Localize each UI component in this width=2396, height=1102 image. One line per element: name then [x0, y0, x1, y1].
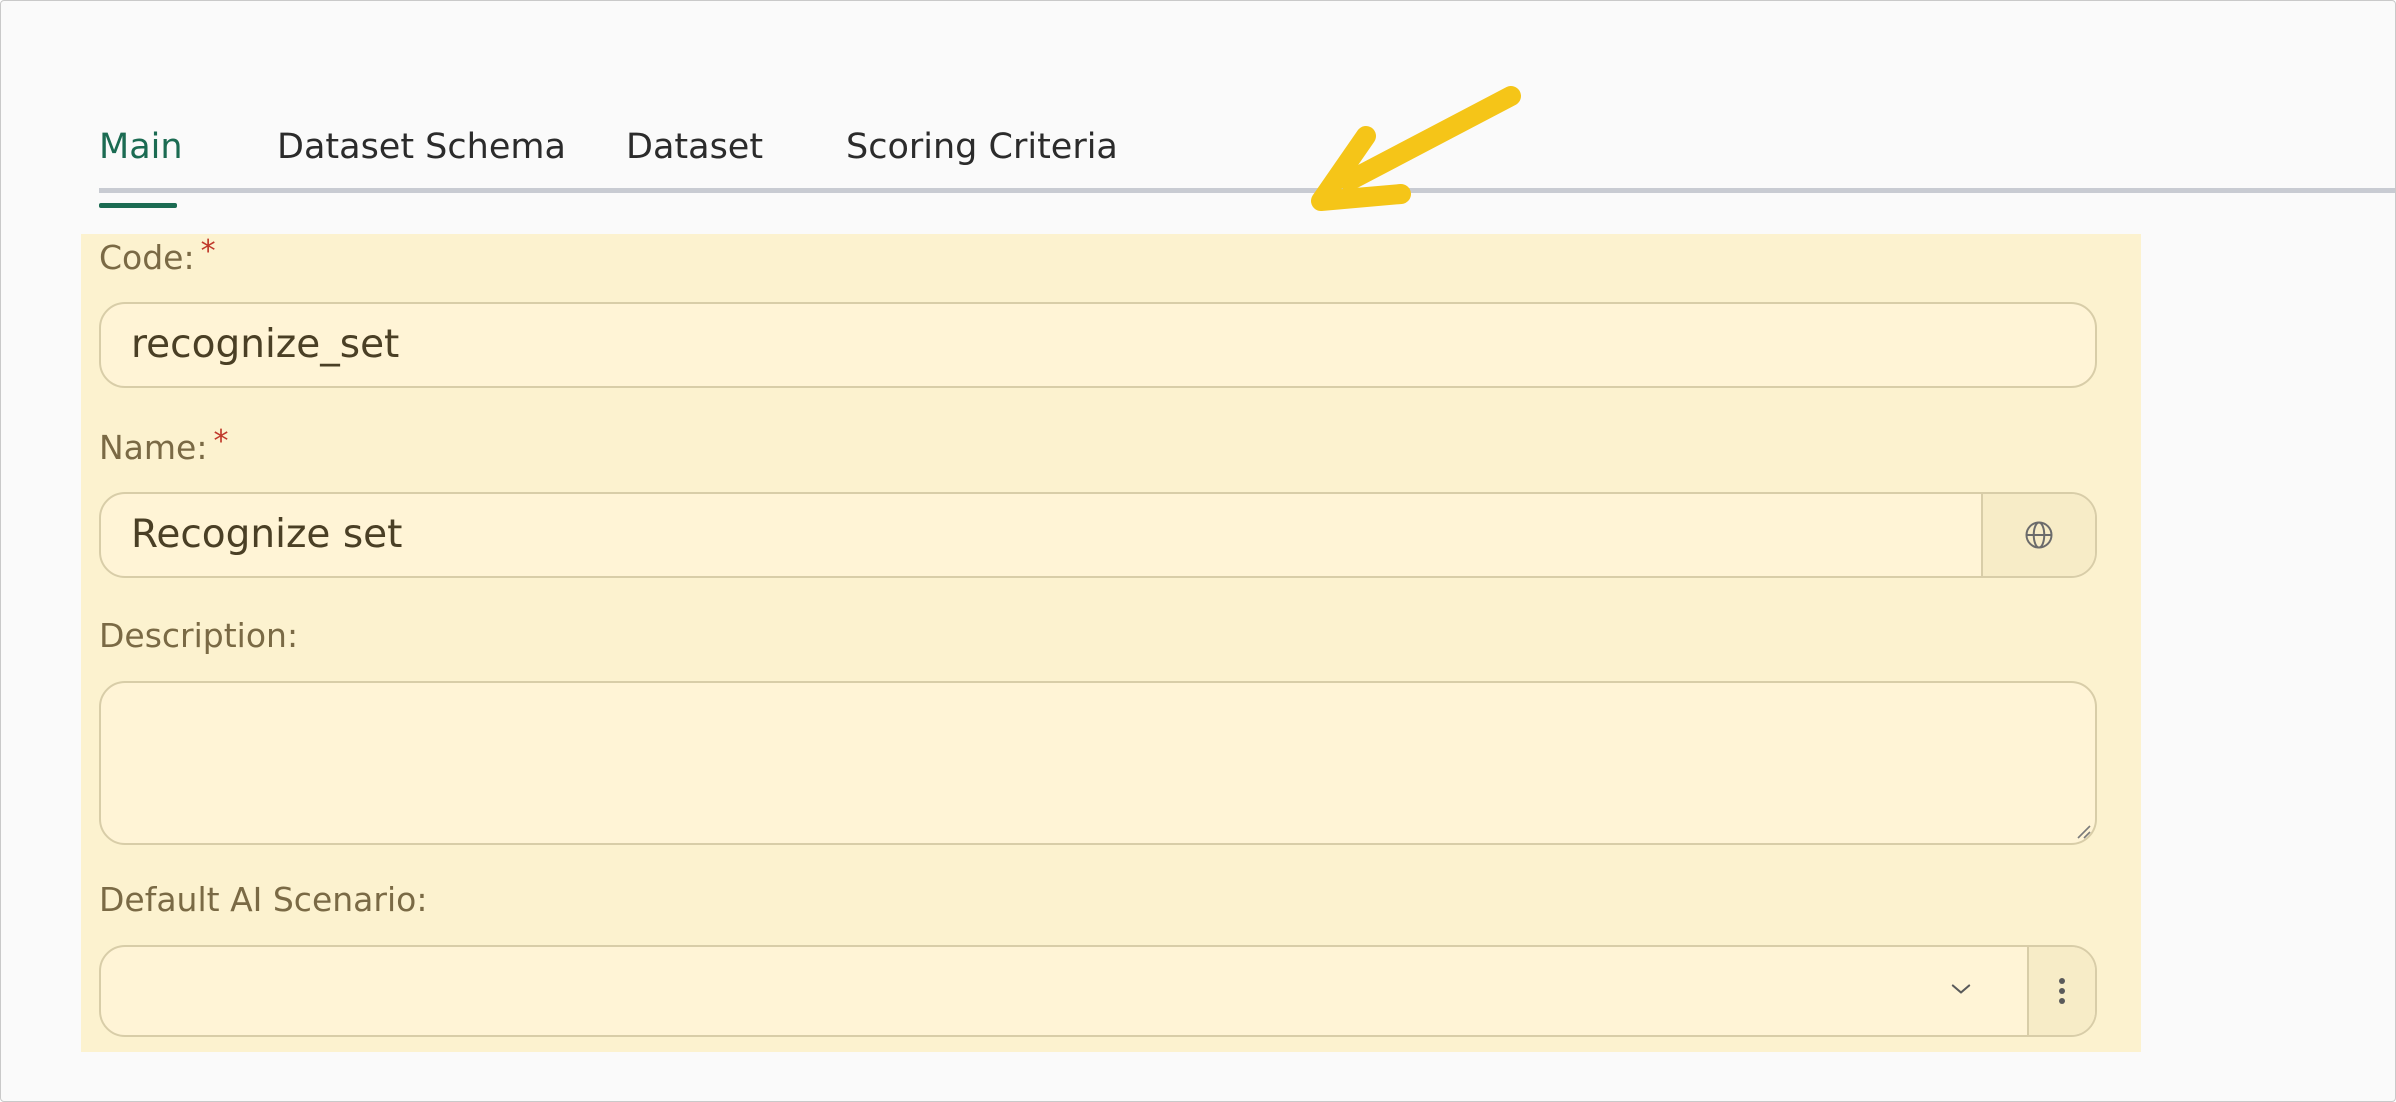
tabs-divider [99, 188, 2395, 193]
arrow-annotation-icon [1311, 86, 1521, 211]
chevron-down-icon[interactable] [1947, 975, 1975, 1003]
window-frame: Main Dataset Schema Dataset Scoring Crit… [0, 0, 2396, 1102]
tab-dataset-schema[interactable]: Dataset Schema [277, 127, 566, 167]
description-label: Description: [99, 616, 298, 655]
description-textarea[interactable] [99, 681, 2097, 845]
tab-main-label: Main [99, 127, 183, 167]
name-input[interactable]: Recognize set [99, 492, 2097, 578]
code-label: Code: * [99, 234, 216, 277]
tab-dataset[interactable]: Dataset [626, 127, 763, 167]
required-marker: * [213, 424, 229, 459]
tab-main[interactable]: Main [99, 127, 183, 208]
tab-scoring-criteria-label: Scoring Criteria [846, 127, 1118, 167]
translate-button[interactable] [1981, 494, 2095, 576]
default-ai-scenario-label-text: Default AI Scenario: [99, 880, 428, 919]
name-label: Name: * [99, 424, 228, 467]
required-marker: * [200, 234, 216, 269]
main-form-panel: Code: * recognize_set Name: * Recognize se… [81, 234, 2141, 1052]
tab-dataset-label: Dataset [626, 127, 764, 167]
tab-scoring-criteria[interactable]: Scoring Criteria [846, 127, 1118, 167]
name-input-value: Recognize set [131, 512, 403, 557]
description-label-text: Description: [99, 616, 299, 655]
resize-handle-icon[interactable] [2075, 823, 2091, 839]
more-vertical-icon [2059, 978, 2065, 1004]
code-label-text: Code: [99, 238, 195, 277]
tab-bar: Main Dataset Schema Dataset Scoring Crit… [99, 111, 2395, 208]
globe-icon [2025, 521, 2053, 549]
active-tab-indicator [99, 203, 177, 208]
tab-dataset-schema-label: Dataset Schema [277, 127, 566, 167]
code-input[interactable]: recognize_set [99, 302, 2097, 388]
scenario-more-button[interactable] [2027, 947, 2095, 1035]
code-input-value: recognize_set [131, 322, 400, 367]
default-ai-scenario-select[interactable] [99, 945, 2097, 1037]
name-label-text: Name: [99, 428, 208, 467]
default-ai-scenario-label: Default AI Scenario: [99, 880, 427, 919]
